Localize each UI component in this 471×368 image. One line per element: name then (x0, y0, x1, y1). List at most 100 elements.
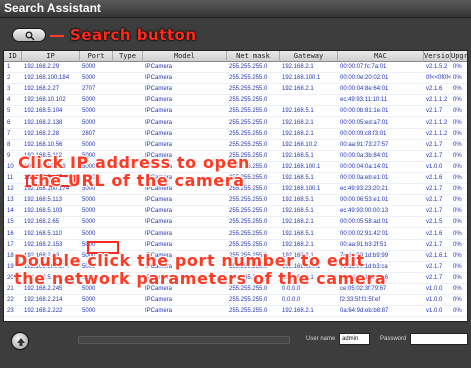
mac-cell: 00:00:09:c8:f3:01 (340, 130, 387, 137)
port-cell[interactable]: 5000 (80, 206, 113, 217)
upgrade-cell: 0% (453, 230, 462, 237)
row-id: 23 (7, 308, 14, 315)
table-row[interactable]: 5 192.168.5.104 5000 IPCamera 255.255.255.0 1… (4, 106, 467, 118)
port-cell[interactable]: 5000 (80, 195, 113, 206)
port-cell[interactable]: 5000 (80, 95, 113, 106)
table-row[interactable]: 22 192.168.2.214 5000 IPCamera 255.255.255.0… (4, 295, 467, 307)
ip-cell[interactable]: 192.168.2.153 (22, 240, 80, 251)
up-button[interactable] (11, 332, 29, 350)
upgrade-cell: 0% (453, 86, 462, 93)
upgrade-cell: 0% (453, 186, 462, 193)
ip-cell[interactable]: 192.168.5.104 (22, 106, 80, 117)
username-input[interactable]: admin (339, 333, 370, 345)
column-header[interactable]: Model (143, 51, 227, 62)
type-cell (113, 84, 143, 95)
model-cell: IPCamera (145, 208, 173, 215)
row-id: 22 (7, 297, 14, 304)
table-row[interactable]: 23 192.168.2.222 5000 IPCamera 255.255.255.0… (4, 306, 467, 318)
port-cell[interactable]: 5000 (80, 106, 113, 117)
port-cell[interactable]: 5000 (80, 229, 113, 240)
port-cell[interactable]: 5000 (80, 118, 113, 129)
column-header[interactable]: Port (80, 51, 113, 62)
column-header[interactable]: Gateway (280, 51, 338, 62)
mac-cell: 00:00:0b:81:1e:01 (340, 108, 389, 115)
column-header[interactable]: ID (4, 51, 22, 62)
table-row[interactable]: 14 192.168.5.103 5000 IPCamera 255.255.255.0… (4, 206, 467, 218)
port-cell[interactable]: 5000 (80, 73, 113, 84)
version-cell: v2.1.6 (426, 230, 443, 237)
column-header[interactable]: IP (22, 51, 80, 62)
column-header[interactable]: Type (113, 51, 143, 62)
column-header[interactable]: Version (424, 51, 451, 62)
ip-cell[interactable]: 192.168.2.222 (22, 306, 80, 317)
ip-cell[interactable]: 192.168.5.113 (22, 195, 80, 206)
ip-cell[interactable]: 192.168.2.138 (22, 118, 80, 129)
table-row[interactable]: 7 192.168.2.28 2807 IPCamera 255.255.255.0 19… (4, 129, 467, 140)
table-row[interactable]: 8 192.168.10.56 5000 IPCamera 255.255.255.0 1… (4, 140, 467, 151)
column-header[interactable]: Net mask (227, 51, 280, 62)
ip-cell[interactable]: 192.168.10.102 (22, 95, 80, 106)
ip-cell[interactable]: 192.168.100.184 (22, 73, 80, 84)
upgrade-cell: 0% (453, 263, 462, 270)
version-cell: v2.1.6 (426, 175, 443, 181)
version-cell: v2.1.7 (426, 152, 443, 159)
upgrade-cell: 0% (453, 97, 462, 104)
ip-cell[interactable]: 192.168.2.29 (22, 62, 80, 73)
ip-cell[interactable]: 192.168.2.214 (22, 295, 80, 306)
version-cell: v2.1.7 (426, 263, 443, 270)
version-cell: v2.1.1.2 (426, 97, 448, 104)
ip-cell[interactable]: 192.168.2.28 (22, 129, 80, 140)
ip-cell[interactable]: 192.168.5.110 (22, 229, 80, 240)
table-row[interactable]: 2 192.168.100.184 5000 IPCamera 255.255.255.… (4, 73, 467, 85)
column-header[interactable]: MAC (338, 51, 424, 62)
netmask-cell: 255.255.255.0 (229, 241, 268, 248)
table-row[interactable]: 6 192.168.2.138 5000 IPCamera 255.255.255.0 1… (4, 118, 467, 129)
row-id: 11 (7, 175, 14, 181)
search-button[interactable] (12, 28, 46, 42)
upgrade-cell: 0% (453, 274, 462, 281)
table-row[interactable]: 1 192.168.2.29 5000 IPCamera 255.255.255.0 19… (4, 62, 467, 73)
table-row[interactable]: 3 192.168.2.27 2707 IPCamera 255.255.255.0 19… (4, 84, 467, 96)
table-row[interactable]: 16 192.168.5.110 5000 IPCamera 255.255.255.0… (4, 229, 467, 240)
type-cell (113, 295, 143, 306)
port-cell[interactable]: 5000 (80, 295, 113, 306)
model-cell: IPCamera (145, 308, 173, 315)
ip-cell[interactable]: 192.168.2.27 (22, 84, 80, 95)
netmask-cell: 255.255.255.0 (229, 75, 268, 82)
table-row[interactable]: 13 192.168.5.113 5000 IPCamera 255.255.255.0… (4, 195, 467, 207)
ip-cell[interactable]: 192.168.5.103 (22, 206, 80, 217)
upgrade-cell: 0% (453, 197, 462, 204)
port-cell[interactable]: 5000 (80, 217, 113, 228)
ip-cell[interactable]: 192.168.10.56 (22, 140, 80, 151)
upgrade-cell: 0% (453, 175, 462, 181)
row-id: 13 (7, 197, 14, 204)
mac-cell: 00:aa:91:73:27:57 (340, 141, 389, 148)
model-cell: IPCamera (145, 219, 173, 226)
upgrade-cell: 0% (453, 219, 462, 226)
arrow-up-icon (17, 338, 25, 346)
version-cell: v1.0.0 (426, 308, 443, 315)
password-input[interactable] (410, 333, 468, 345)
port-cell[interactable]: 2807 (80, 129, 113, 140)
model-cell: IPCamera (145, 86, 173, 93)
upgrade-cell: 0% (453, 252, 462, 259)
version-cell: v2.1.5.2 (426, 64, 448, 70)
gateway-cell: 192.168.10.2 (282, 141, 318, 148)
upgrade-cell: 0% (453, 108, 462, 115)
click-ip-annotation-line2: the URL of the camera (30, 171, 245, 190)
port-cell[interactable]: 5000 (80, 306, 113, 317)
port-cell[interactable]: 2707 (80, 84, 113, 95)
table-row[interactable]: 17 192.168.2.153 5000 IPCamera 255.255.255.0… (4, 240, 467, 251)
table-row[interactable]: 4 192.168.10.102 5000 IPCamera 255.255.255.0… (4, 95, 467, 107)
gateway-cell: 192.168.100.1 (282, 75, 321, 82)
upgrade-cell: 0% (453, 130, 462, 137)
port-cell[interactable]: 5000 (80, 62, 113, 73)
gateway-cell: 192.168.5.1 (282, 152, 314, 159)
column-header[interactable]: Upgrad... (451, 51, 467, 62)
gateway-cell: 192.168.5.1 (282, 108, 314, 115)
port-cell[interactable]: 5000 (80, 140, 113, 151)
type-cell (113, 195, 143, 206)
ip-cell[interactable]: 192.168.2.65 (22, 217, 80, 228)
table-row[interactable]: 15 192.168.2.65 5000 IPCamera 255.255.255.0 1… (4, 217, 467, 229)
gateway-cell: 192.168.100.1 (282, 186, 321, 193)
